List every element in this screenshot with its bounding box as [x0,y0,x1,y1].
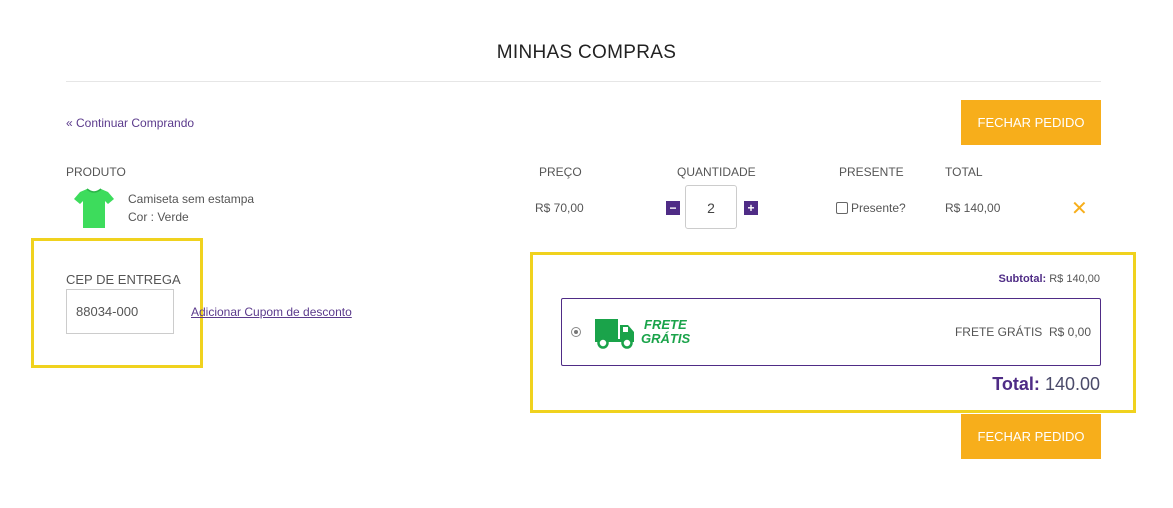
subtotal-value: R$ 140,00 [1049,273,1100,285]
title-divider [66,81,1101,82]
product-price: R$ 70,00 [535,201,584,215]
header-gift: PRESENTE [839,165,904,179]
page-title: MINHAS COMPRAS [496,42,677,63]
add-coupon-link[interactable]: Adicionar Cupom de desconto [191,305,352,319]
free-shipping-badge-line2: GRÁTIS [641,331,691,346]
order-total: Total: 140.00 [992,374,1100,395]
continue-shopping-link[interactable]: « Continuar Comprando [66,116,194,130]
checkout-button-top[interactable]: FECHAR PEDIDO [961,100,1101,145]
subtotal-label: Subtotal: [998,273,1047,285]
truck-icon [594,317,636,349]
quantity-increase-button[interactable]: + [744,201,758,215]
header-product: PRODUTO [66,165,126,179]
quantity-input[interactable]: 2 [685,185,737,229]
product-total: R$ 140,00 [945,201,1001,215]
subtotal: Subtotal: R$ 140,00 [999,273,1101,285]
header-quantity: QUANTIDADE [677,165,756,179]
header-price: PREÇO [539,165,582,179]
product-image[interactable] [72,186,116,230]
header-total: TOTAL [945,165,983,179]
product-variant: Cor : Verde [128,210,189,224]
tshirt-icon [74,188,114,228]
checkout-button-bottom[interactable]: FECHAR PEDIDO [961,414,1101,459]
gift-label[interactable]: Presente? [851,201,906,215]
shipping-option-price: FRETE GRÁTIS R$ 0,00 [955,325,1091,339]
remove-item-icon[interactable]: ✕ [1071,199,1088,219]
shipping-option-value: R$ 0,00 [1048,325,1091,339]
gift-option: Presente? [836,201,906,215]
total-value: 140.00 [1044,374,1100,394]
product-name[interactable]: Camiseta sem estampa [128,192,254,206]
shipping-option-radio[interactable] [571,327,581,337]
shipping-option-name: FRETE GRÁTIS [954,325,1043,339]
cep-label: CEP DE ENTREGA [66,272,181,287]
gift-checkbox[interactable] [836,202,848,214]
free-shipping-badge-line1: FRETE [644,317,687,332]
free-shipping-badge: FRETE GRÁTIS [641,318,690,346]
cep-input[interactable]: 88034-000 [66,289,174,334]
total-label: Total: [992,374,1040,394]
quantity-decrease-button[interactable]: − [666,201,680,215]
